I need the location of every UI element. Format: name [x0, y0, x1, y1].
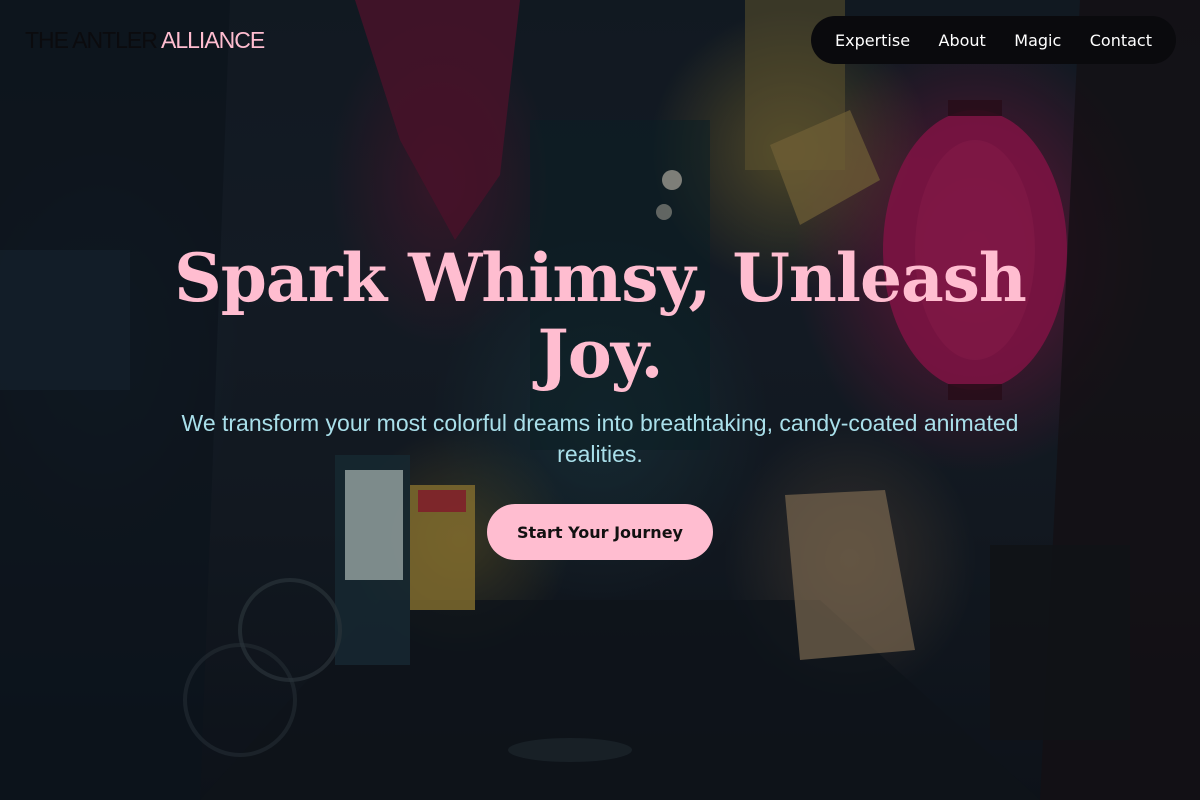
brand-logo[interactable]: THE ANTLER ALLIANCE: [25, 26, 265, 54]
background-overlay: [0, 0, 1200, 800]
nav-link-about[interactable]: About: [939, 31, 986, 50]
main-nav: Expertise About Magic Contact: [811, 16, 1176, 64]
brand-text-accent: ALLIANCE: [161, 27, 265, 53]
nav-link-expertise[interactable]: Expertise: [835, 31, 910, 50]
hero-title: Spark Whimsy, Unleash Joy.: [174, 239, 1027, 393]
brand-text-primary: THE ANTLER: [25, 27, 158, 53]
nav-link-magic[interactable]: Magic: [1014, 31, 1061, 50]
start-journey-button[interactable]: Start Your Journey: [487, 504, 713, 560]
hero-subtitle: We transform your most colorful dreams i…: [181, 410, 1019, 467]
nav-link-contact[interactable]: Contact: [1090, 31, 1152, 50]
hero-section: THE ANTLER ALLIANCE Expertise About Magi…: [0, 0, 1200, 800]
